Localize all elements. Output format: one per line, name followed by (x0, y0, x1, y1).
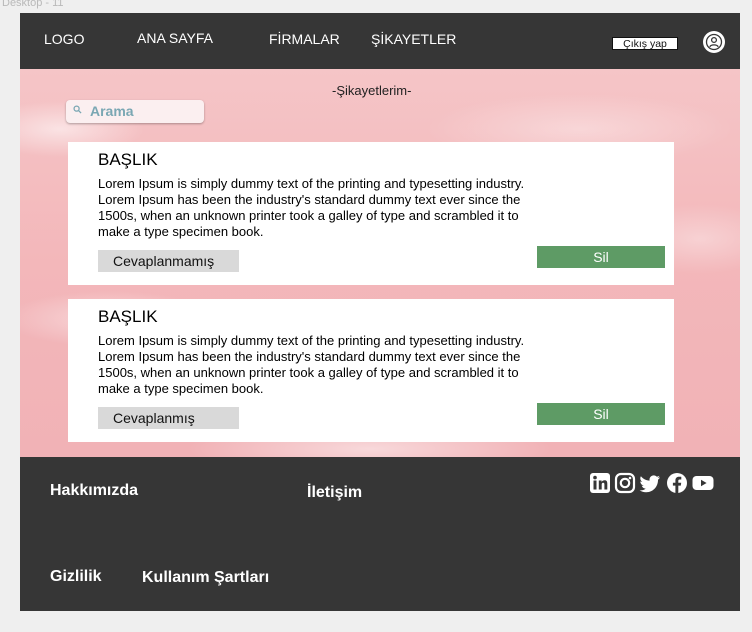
footer-terms-link[interactable]: Kullanım Şartları (142, 569, 269, 587)
frame-label: Desktop - 11 (2, 0, 64, 9)
complaint-title: BAŞLIK (98, 150, 158, 169)
footer: Hakkımızda İletişim Gizlilik Kullanım Şa… (20, 457, 740, 611)
complaint-card: BAŞLIK Lorem Ipsum is simply dummy text … (68, 299, 674, 442)
search-box[interactable] (66, 100, 204, 123)
complaint-card: BAŞLIK Lorem Ipsum is simply dummy text … (68, 142, 674, 285)
nav-companies-link[interactable]: FİRMALAR (269, 31, 340, 47)
complaints-section: -Şikayetlerim- BAŞLIK Lorem Ipsum is sim… (20, 69, 740, 457)
page-title: -Şikayetlerim- (332, 83, 412, 98)
delete-button[interactable]: Sil (537, 246, 665, 268)
complaint-body: Lorem Ipsum is simply dummy text of the … (98, 176, 525, 239)
status-badge: Cevaplanmamış (98, 250, 239, 272)
footer-contact-link[interactable]: İletişim (307, 484, 362, 502)
footer-privacy-link[interactable]: Gizlilik (50, 568, 102, 586)
twitter-icon[interactable] (639, 472, 661, 494)
top-navbar: LOGO ANA SAYFA FİRMALAR ŞİKAYETLER Çıkış… (20, 13, 740, 69)
search-icon (73, 105, 82, 114)
logout-button[interactable]: Çıkış yap (612, 37, 678, 50)
instagram-icon[interactable] (614, 472, 636, 494)
delete-button[interactable]: Sil (537, 403, 665, 425)
facebook-icon[interactable] (666, 472, 688, 494)
page-frame: LOGO ANA SAYFA FİRMALAR ŞİKAYETLER Çıkış… (20, 13, 740, 611)
status-badge: Cevaplanmış (98, 407, 239, 429)
complaint-title: BAŞLIK (98, 307, 158, 326)
linkedin-icon[interactable] (589, 472, 611, 494)
nav-complaints-link[interactable]: ŞİKAYETLER (371, 31, 456, 47)
complaint-body: Lorem Ipsum is simply dummy text of the … (98, 333, 525, 396)
search-input[interactable] (90, 102, 198, 120)
youtube-icon[interactable] (692, 472, 714, 494)
profile-icon[interactable] (702, 30, 726, 54)
footer-about-link[interactable]: Hakkımızda (50, 482, 138, 500)
logo[interactable]: LOGO (44, 31, 84, 47)
nav-home-link[interactable]: ANA SAYFA (137, 30, 213, 46)
